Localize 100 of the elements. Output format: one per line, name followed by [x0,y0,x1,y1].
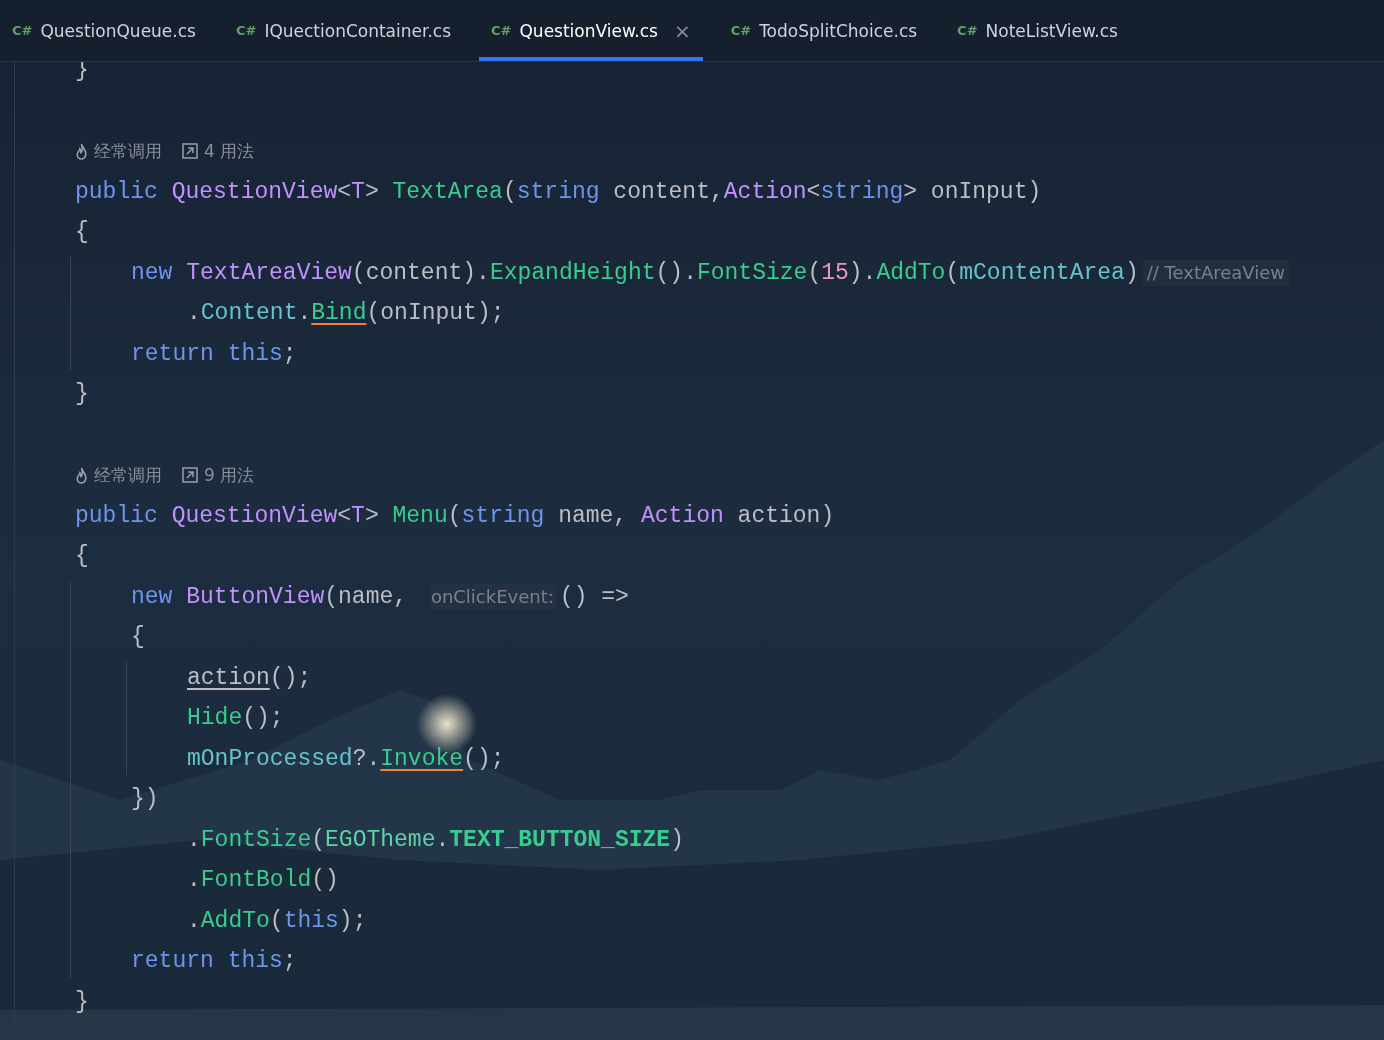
code-text: } [75,381,89,408]
keyword: this [283,907,339,934]
close-icon[interactable]: × [673,18,691,43]
keyword: string [461,502,546,529]
keyword: return [131,948,215,975]
code-text: ); [338,907,367,934]
number-literal: 15 [821,259,849,286]
method-name: AddTo [876,259,946,286]
code-text: (content). [351,259,490,286]
field-name: Content [200,300,298,327]
code-text: ( [945,259,960,286]
type-name: QuestionView [171,178,338,205]
file-tab[interactable]: C# QuestionQueue.cs [0,0,208,61]
code-text: name, [558,502,629,529]
csharp-file-icon: C# [730,23,752,38]
code-text: (); [242,705,284,732]
type-name: T [351,178,365,205]
code-text: ). [848,259,877,286]
code-text: (onInput); [366,300,505,327]
constant-name: TEXT_BUTTON_SIZE [449,826,671,853]
code-text: () [311,867,339,894]
code-text: > [364,178,380,205]
code-vision-hint[interactable]: 经常调用 [94,131,162,172]
method-name: Hide [187,705,243,732]
code-text: action [187,664,270,691]
method-name: Invoke [380,745,464,772]
code-text: . [187,826,201,853]
keyword: new [131,259,174,286]
field-name: mContentArea [959,259,1125,286]
code-text: ; [282,340,297,367]
csharp-file-icon: C# [491,23,512,38]
flame-icon [75,142,88,160]
method-name: AddTo [200,907,270,934]
code-text: . [297,300,312,327]
code-text: { [75,219,89,246]
usages-link[interactable]: 4 用法 [204,131,255,172]
keyword: public [75,178,159,205]
keyword: public [75,502,159,529]
code-text: (). [655,259,697,286]
csharp-file-icon: C# [957,23,978,38]
keyword: return [131,340,215,367]
method-name: ExpandHeight [489,259,656,286]
method-name: FontSize [200,826,312,853]
file-tab[interactable]: C# IQuectionContainer.cs [223,0,464,61]
method-name: Menu [392,502,448,529]
keyword: new [131,583,174,610]
code-text: }) [131,786,159,813]
inline-comment: // TextAreaView [1142,259,1290,286]
type-name: T [351,502,365,529]
code-text: ) [1124,259,1139,286]
field-name: mOnProcessed [187,745,353,772]
code-text: ; [282,948,297,975]
method-name: Bind [311,300,367,327]
parameter-hint: onClickEvent: [428,583,556,610]
class-name: EGOTheme [325,826,436,853]
code-text: . [187,907,201,934]
code-text: > [364,502,380,529]
keyword: this [227,340,283,367]
type-name: ButtonView [186,583,325,610]
keyword: this [227,948,283,975]
code-text: ) [670,826,684,853]
code-text: { [75,543,89,570]
code-text: . [187,300,201,327]
keyword: string [516,178,601,205]
code-text: () => [559,583,629,610]
external-link-icon [182,467,198,484]
code-text: ?. [352,745,381,772]
csharp-file-icon: C# [235,23,257,38]
type-name: Action [641,502,725,529]
code-text: (); [269,664,312,691]
code-text: . [187,867,201,894]
method-name: FontBold [200,867,312,894]
code-text: action) [737,502,835,529]
code-text: content, [613,178,724,205]
keyword: string [820,178,904,205]
code-text: ( [447,502,462,529]
type-name: TextAreaView [186,259,352,286]
csharp-file-icon: C# [12,23,33,38]
code-text: } [75,988,89,1015]
file-tab[interactable]: C# NoteListView.cs [945,0,1130,61]
type-name: Action [723,178,807,205]
method-name: TextArea [392,178,503,205]
code-text: (name, [324,583,409,610]
code-text: ( [502,178,517,205]
usages-link[interactable]: 9 用法 [204,455,255,496]
code-text: { [131,624,145,651]
code-text: ( [807,259,822,286]
code-text: < [806,178,821,205]
code-text: < [337,502,352,529]
code-text: < [337,178,352,205]
type-name: QuestionView [171,502,338,529]
external-link-icon [182,143,198,160]
flame-icon [75,466,88,484]
code-text: (); [463,745,505,772]
file-tab[interactable]: C# TodoSplitChoice.cs [718,0,930,61]
file-tab[interactable]: C# QuestionView.cs × [479,0,703,61]
code-vision-hint[interactable]: 经常调用 [94,455,162,496]
method-name: FontSize [696,259,808,286]
code-text: > onInput) [903,178,1042,205]
code-text: ( [269,907,284,934]
